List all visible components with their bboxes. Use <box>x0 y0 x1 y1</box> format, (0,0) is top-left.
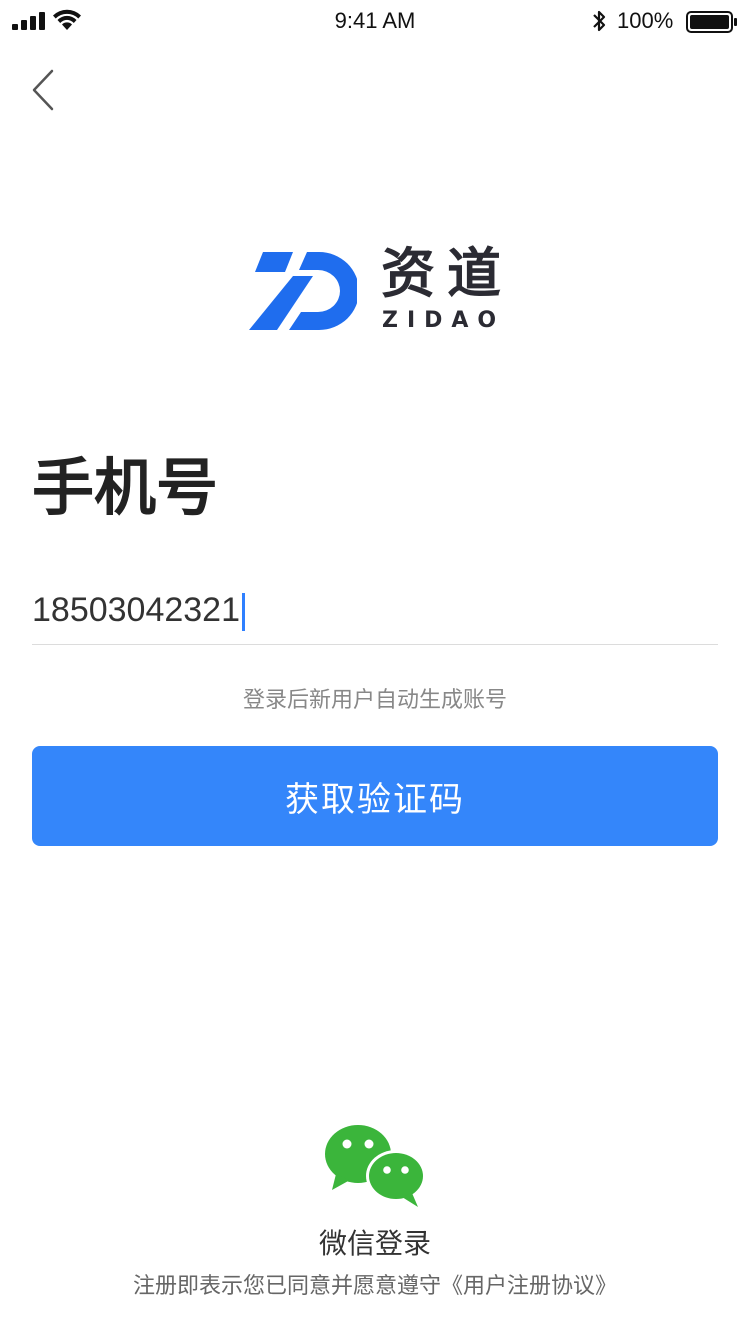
wechat-login-label[interactable]: 微信登录 <box>0 1222 750 1262</box>
phone-number-text: 18503042321 <box>32 591 241 629</box>
zidao-logo-mark <box>249 252 357 330</box>
phone-input[interactable]: 18503042321 <box>32 584 718 645</box>
text-caret <box>242 593 246 632</box>
get-verification-code-button[interactable]: 获取验证码 <box>32 746 718 846</box>
status-bar: 9:41 AM 100% <box>0 0 750 42</box>
back-button[interactable] <box>24 66 64 116</box>
phone-input-value: 18503042321 <box>32 588 246 632</box>
wechat-icon[interactable] <box>322 1120 430 1210</box>
agreement-text: 注册即表示您已同意并愿意遵守《用户注册协议》 <box>0 1268 750 1300</box>
bluetooth-icon <box>593 10 606 32</box>
chevron-left-icon <box>32 69 54 111</box>
logo-name-en: ZIDAO <box>382 308 506 333</box>
auto-register-hint: 登录后新用户自动生成账号 <box>242 688 507 713</box>
battery-icon <box>686 11 737 33</box>
page-title: 手机号 <box>32 451 219 524</box>
user-agreement-link[interactable]: 《用户注册协议》 <box>441 1274 617 1299</box>
battery-percent: 100% <box>617 8 674 33</box>
agreement-prefix: 注册即表示您已同意并愿意遵守 <box>132 1274 441 1299</box>
logo-name-cn: 资道 <box>381 242 513 305</box>
